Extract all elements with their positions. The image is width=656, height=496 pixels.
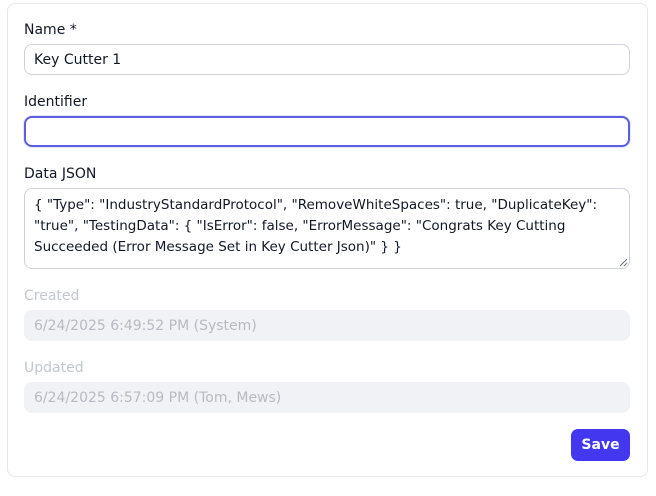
name-input[interactable] — [24, 44, 630, 75]
name-label: Name * — [24, 22, 77, 38]
created-label: Created — [24, 288, 80, 304]
identifier-input[interactable] — [24, 116, 630, 147]
created-input — [24, 310, 630, 341]
save-button[interactable]: Save — [571, 429, 630, 461]
data-json-textarea[interactable]: { "Type": "IndustryStandardProtocol", "R… — [24, 188, 630, 269]
data-json-label: Data JSON — [24, 166, 97, 182]
resize-handle-icon[interactable] — [618, 257, 628, 267]
identifier-label: Identifier — [24, 94, 88, 110]
updated-label: Updated — [24, 360, 84, 376]
updated-input — [24, 382, 630, 413]
